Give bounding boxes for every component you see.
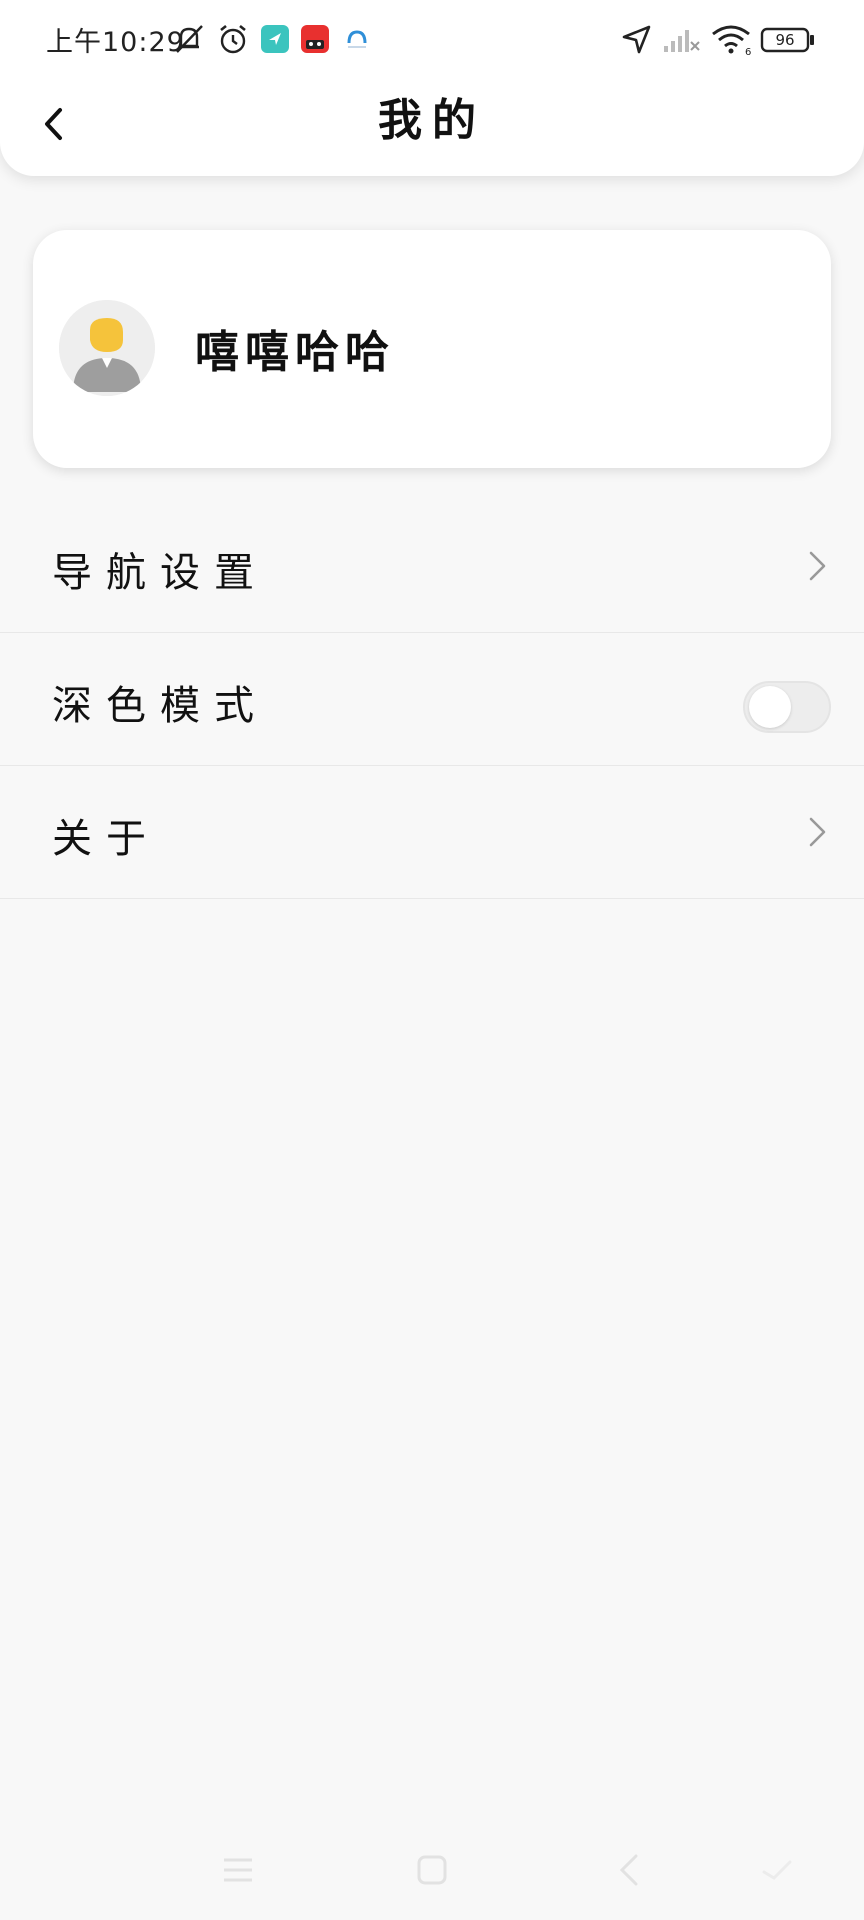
settings-item-about[interactable]: 关于 bbox=[0, 766, 864, 899]
dark-mode-toggle[interactable] bbox=[743, 681, 831, 733]
battery-icon: 96 bbox=[760, 26, 816, 54]
wifi-icon: 6 bbox=[712, 25, 751, 56]
default-avatar-icon bbox=[59, 300, 155, 396]
navigation-arrow-icon bbox=[622, 25, 651, 54]
status-bar: 上午10:29 6 96 bbox=[0, 0, 864, 78]
browser-app-icon bbox=[347, 30, 367, 48]
status-time: 上午10:29 bbox=[46, 27, 185, 58]
settings-item-label: 导航设置 bbox=[52, 550, 268, 596]
chevron-right-icon bbox=[809, 551, 826, 581]
settings-list: 导航设置 深色模式 关于 bbox=[0, 500, 864, 899]
avatar bbox=[59, 300, 155, 396]
tmall-app-icon bbox=[301, 25, 329, 53]
chevron-right-icon bbox=[809, 817, 826, 847]
settings-item-label: 深色模式 bbox=[52, 683, 268, 729]
assistant-icon[interactable] bbox=[756, 1850, 796, 1890]
header-panel: 上午10:29 6 96 我的 bbox=[0, 0, 864, 176]
toggle-knob bbox=[749, 686, 791, 728]
profile-card[interactable]: 嘻嘻哈哈 bbox=[33, 230, 831, 468]
settings-item-dark-mode: 深色模式 bbox=[0, 633, 864, 766]
back-icon[interactable] bbox=[610, 1850, 650, 1890]
page-title: 我的 bbox=[378, 95, 486, 146]
username: 嘻嘻哈哈 bbox=[195, 327, 395, 378]
settings-item-label: 关于 bbox=[52, 816, 160, 862]
battery-level: 96 bbox=[775, 31, 795, 49]
system-nav-bar bbox=[0, 1840, 864, 1900]
settings-item-navigation[interactable]: 导航设置 bbox=[0, 500, 864, 633]
home-icon[interactable] bbox=[412, 1850, 452, 1890]
signal-icon bbox=[664, 30, 700, 52]
alarm-icon bbox=[220, 24, 246, 54]
location-app-icon bbox=[261, 25, 289, 53]
title-bar: 我的 bbox=[0, 78, 864, 168]
svg-text:6: 6 bbox=[745, 47, 751, 56]
menu-icon[interactable] bbox=[218, 1850, 258, 1890]
mute-icon bbox=[176, 25, 203, 53]
